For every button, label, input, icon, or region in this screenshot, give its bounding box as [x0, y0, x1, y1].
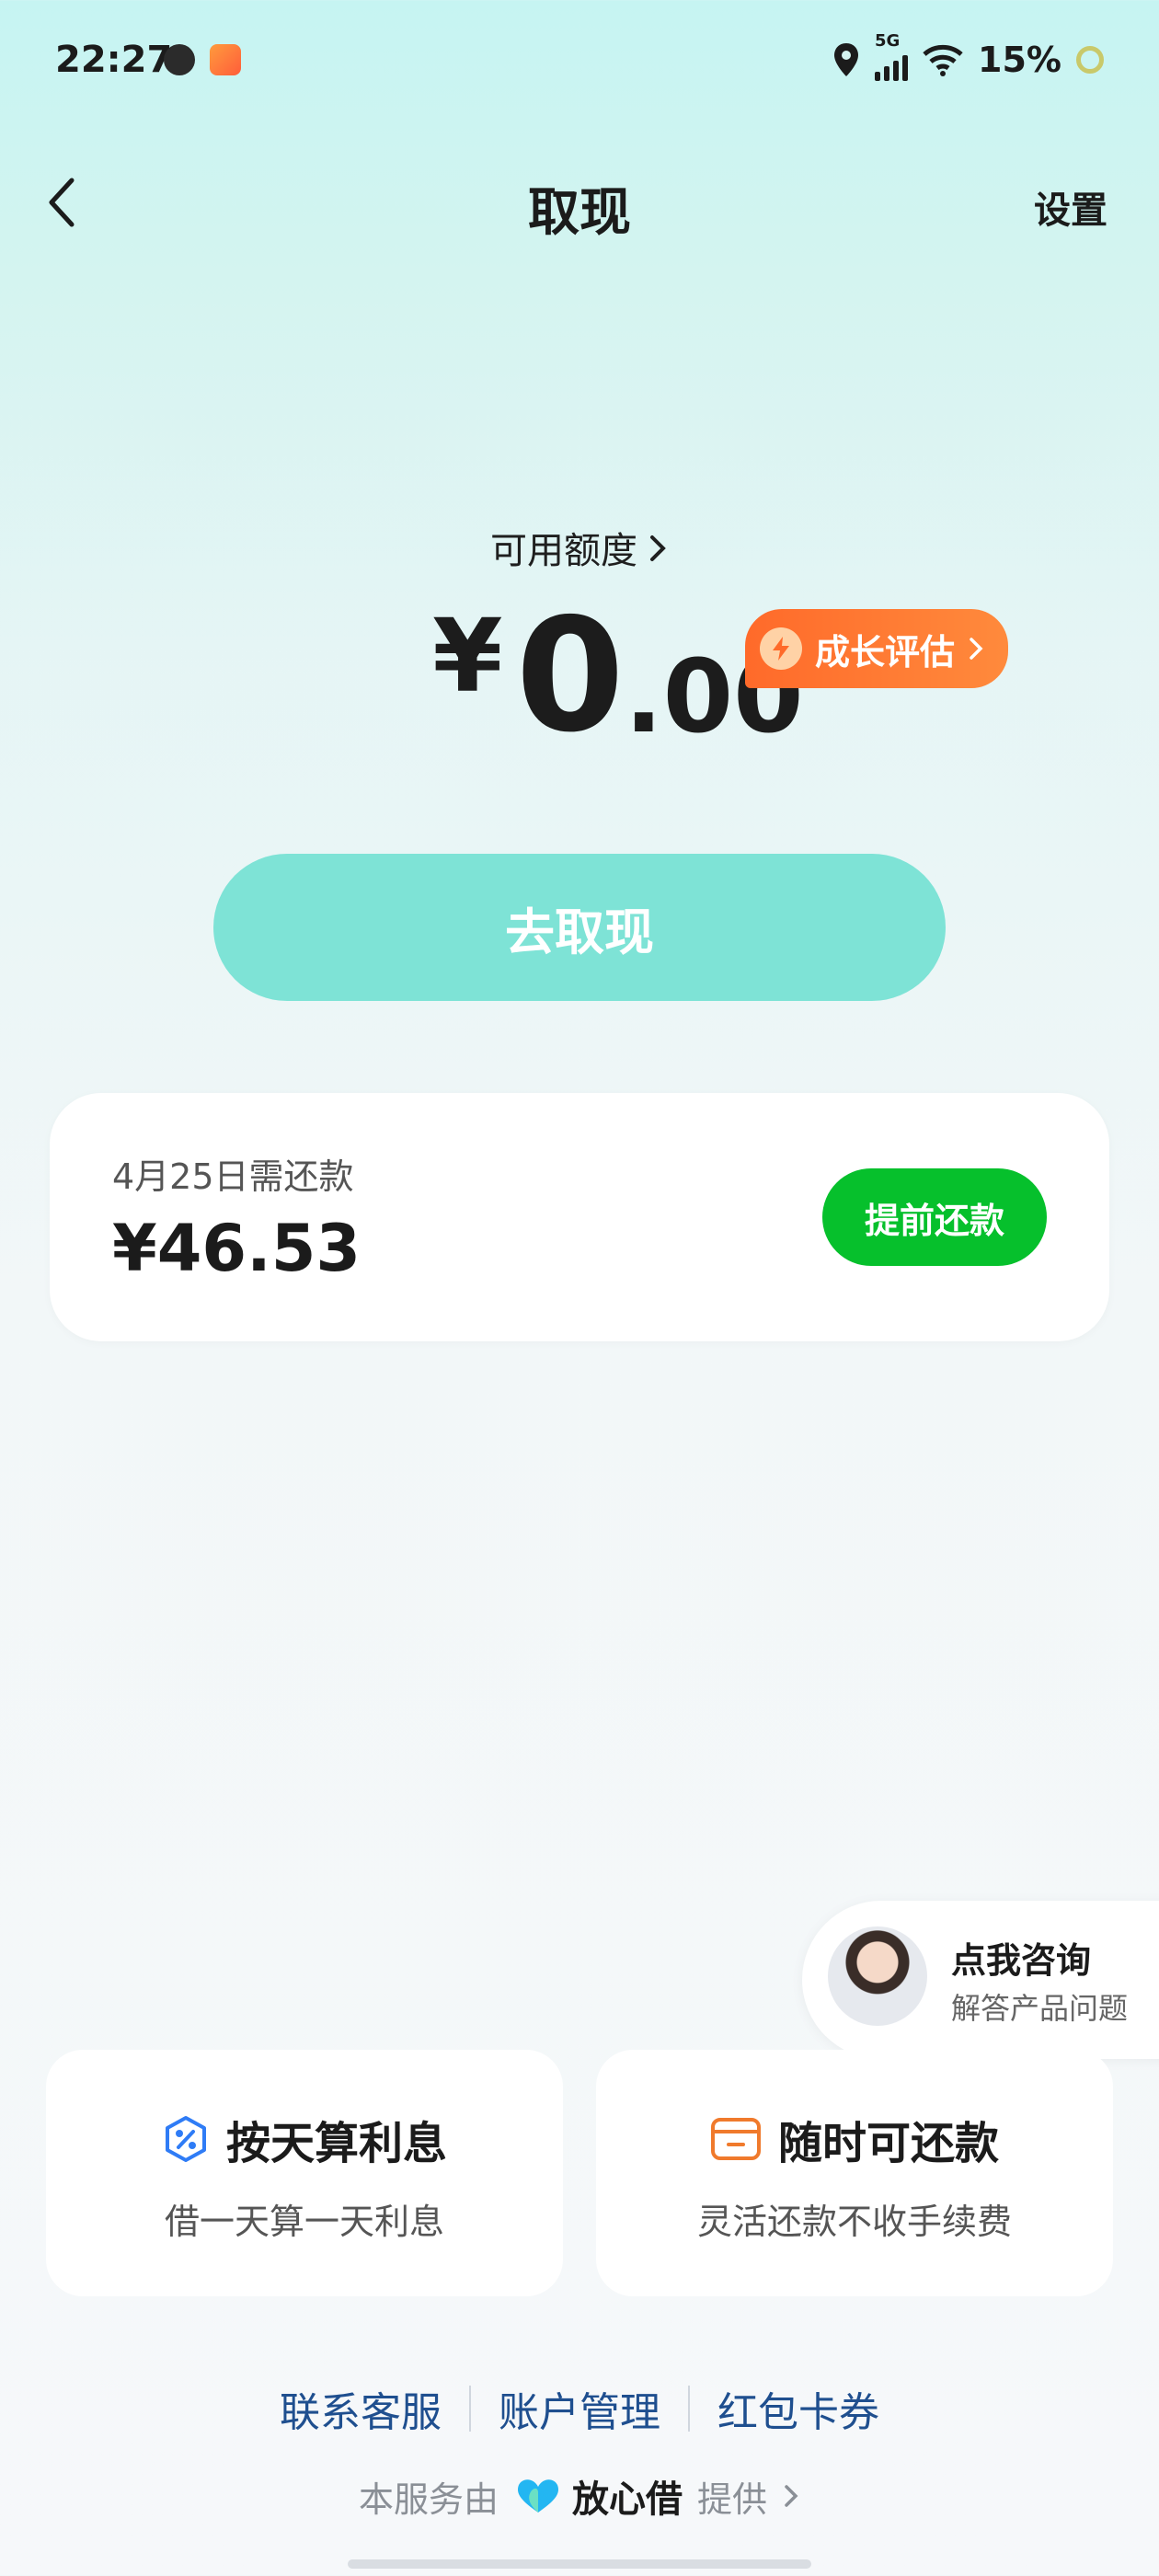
chevron-right-icon [647, 532, 669, 574]
amount-integer: 0 [515, 585, 625, 767]
contact-support-link[interactable]: 联系客服 [252, 2379, 469, 2438]
credit-label: 可用额度 [490, 530, 637, 572]
notification-icon [164, 44, 195, 75]
growth-badge-label: 成长评估 [815, 631, 956, 673]
bolt-icon [760, 627, 802, 670]
status-right: 5G 15% [832, 31, 1104, 83]
provider-brand-name: 放心借 [572, 2478, 683, 2521]
wifi-icon [923, 44, 963, 76]
withdraw-button[interactable]: 去取现 [213, 854, 946, 1001]
feature-subtitle: 灵活还款不收手续费 [696, 2202, 1012, 2242]
feature-card-flexible-repay: 随时可还款 灵活还款不收手续费 [596, 2050, 1113, 2296]
provider-link[interactable]: 本服务由 放心借 提供 [0, 2469, 1159, 2523]
footer-links: 联系客服 账户管理 红包卡券 [0, 2379, 1159, 2438]
currency-symbol: ¥ [432, 597, 503, 715]
location-icon [834, 43, 859, 76]
repayment-card: 4月25日需还款 ¥46.53 提前还款 [50, 1093, 1109, 1341]
card-icon [710, 2118, 761, 2160]
settings-button[interactable]: 设置 [1034, 180, 1107, 234]
chevron-right-icon [970, 638, 983, 660]
provider-brand: 放心借 [513, 2469, 683, 2523]
growth-evaluation-badge[interactable]: 成长评估 [745, 609, 1009, 688]
network-label: 5G [875, 31, 901, 51]
early-repay-button[interactable]: 提前还款 [822, 1168, 1047, 1266]
feature-subtitle: 借一天算一天利息 [164, 2202, 444, 2242]
brand-logo-icon [517, 2479, 559, 2513]
home-indicator[interactable] [348, 2559, 811, 2569]
account-management-link[interactable]: 账户管理 [471, 2379, 688, 2438]
credit-label-link[interactable]: 可用额度 [0, 521, 1159, 574]
avatar [828, 1926, 927, 2026]
feature-title-row: 按天算利息 [46, 2107, 563, 2171]
provider-suffix: 提供 [697, 2478, 768, 2520]
percent-icon [165, 2116, 206, 2162]
consult-subtitle: 解答产品问题 [951, 1991, 1129, 2026]
feature-title-row: 随时可还款 [596, 2107, 1113, 2171]
provider-prefix: 本服务由 [358, 2478, 499, 2520]
feature-card-daily-interest: 按天算利息 借一天算一天利息 [46, 2050, 563, 2296]
feature-title: 按天算利息 [225, 2118, 447, 2169]
signal-icon: 5G [875, 31, 909, 81]
coupons-link[interactable]: 红包卡券 [690, 2379, 907, 2438]
consult-title: 点我咨询 [951, 1940, 1092, 1981]
status-bar: 22:27 5G 15% [0, 0, 1159, 129]
battery-icon [1076, 46, 1104, 74]
consult-bubble[interactable]: 点我咨询 解答产品问题 [802, 1901, 1159, 2059]
chevron-right-icon [785, 2485, 798, 2507]
battery-percent: 15% [978, 40, 1061, 80]
app-notification-icon [210, 44, 241, 75]
repay-amount: ¥46.53 [112, 1211, 361, 1286]
repay-due-label: 4月25日需还款 [112, 1156, 354, 1197]
page-title: 取现 [528, 183, 631, 243]
feature-title: 随时可还款 [777, 2118, 999, 2169]
status-time: 22:27 [55, 39, 173, 81]
